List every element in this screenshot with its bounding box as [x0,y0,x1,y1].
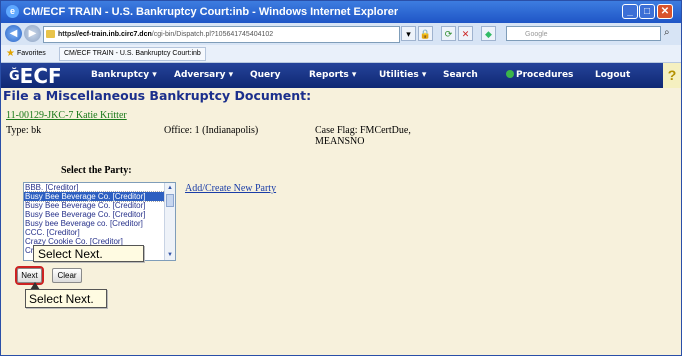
tutorial-callout: Select Next. [33,245,144,262]
browser-tab[interactable]: CM/ECF TRAIN - U.S. Bankruptcy Court:inb [59,47,206,61]
ecf-menu-bar: ĞECF Bankruptcy ▾ Adversary ▾ Query Repo… [1,63,681,88]
case-flag-line-2: MEANSNO [315,136,365,147]
clear-button[interactable]: Clear [52,268,82,283]
scroll-thumb[interactable] [166,194,174,207]
lock-icon[interactable]: 🔒 [418,26,433,41]
url-host: //ecf-train.inb.circ7.dcn [75,31,152,38]
refresh-icon[interactable]: ⟳ [441,26,456,41]
url-path: /cgi-bin/Dispatch.pl?105641745404102 [151,31,274,38]
menu-search[interactable]: Search [443,70,478,80]
party-option[interactable]: Busy Bee Beverage Co. [Creditor] [24,201,175,210]
case-flag-line-1: Case Flag: FMCertDue, [315,125,411,136]
select-party-heading: Select the Party: [61,165,132,176]
browser-window: e CM/ECF TRAIN - U.S. Bankruptcy Court:i… [0,0,682,356]
next-button[interactable]: Next [15,266,44,285]
favorites-star-icon[interactable]: ★ [6,45,15,62]
url-scheme: https [58,31,76,38]
ecf-logo[interactable]: ĞECF [9,64,62,88]
ie-icon: e [6,5,19,18]
case-office: Office: 1 (Indianapolis) [164,125,259,136]
page-icon [46,30,55,38]
menu-adversary[interactable]: Adversary ▾ [174,70,233,80]
page-title: File a Miscellaneous Bankruptcy Document… [3,88,312,103]
back-button[interactable]: ◀ [5,25,22,42]
close-button[interactable]: ✕ [657,4,673,19]
menu-utilities[interactable]: Utilities ▾ [379,70,426,80]
window-title: CM/ECF TRAIN - U.S. Bankruptcy Court:inb… [23,6,399,18]
stop-icon[interactable]: ✕ [458,26,473,41]
favorites-button[interactable]: Favorites [17,45,46,62]
menu-logout[interactable]: Logout [595,70,630,80]
live-search-icon[interactable]: ◆ [481,26,496,41]
party-option[interactable]: Busy Bee Beverage Co. [Creditor] [24,210,175,219]
list-scrollbar[interactable]: ▲ ▼ [164,183,175,260]
scroll-up-icon[interactable]: ▲ [165,183,175,193]
help-icon[interactable]: ? [663,63,681,88]
procedures-icon [506,70,514,78]
party-option-selected[interactable]: Busy Bee Beverage Co. [Creditor] [24,191,175,202]
case-type: Type: bk [6,125,42,136]
scroll-down-icon[interactable]: ▼ [165,250,175,260]
menu-procedures[interactable]: Procedures [506,70,573,80]
party-option[interactable]: BBB. [Creditor] [24,183,175,192]
add-create-party-link[interactable]: Add/Create New Party [185,183,276,194]
menu-bankruptcy[interactable]: Bankruptcy ▾ [91,70,157,80]
page-content: ĞECF Bankruptcy ▾ Adversary ▾ Query Repo… [1,63,681,355]
search-icon[interactable]: ⌕ [664,27,670,38]
favorites-bar: ★ Favorites CM/ECF TRAIN - U.S. Bankrupt… [1,45,681,63]
menu-reports[interactable]: Reports ▾ [309,70,356,80]
party-option[interactable]: CCC. [Creditor] [24,228,175,237]
title-bar: e CM/ECF TRAIN - U.S. Bankruptcy Court:i… [1,1,681,23]
url-input[interactable]: https//ecf-train.inb.circ7.dcn/cgi-bin/D… [43,26,400,43]
party-option[interactable]: Busy bee Beverage co. [Creditor] [24,219,175,228]
dropdown-icon[interactable]: ▾ [401,26,416,41]
search-input[interactable]: Google [506,26,661,41]
case-flags: Case Flag: FMCertDue, MEANSNO [315,125,411,147]
forward-button[interactable]: ▶ [24,25,41,42]
minimize-button[interactable]: _ [622,4,638,19]
tutorial-callout-pointer: Select Next. [25,289,107,308]
maximize-button[interactable]: □ [639,4,655,19]
menu-query[interactable]: Query [250,70,280,80]
case-number-link[interactable]: 11-00129-JKC-7 Katie Kritter [6,110,127,121]
address-bar: ◀ ▶ https//ecf-train.inb.circ7.dcn/cgi-b… [1,23,681,46]
